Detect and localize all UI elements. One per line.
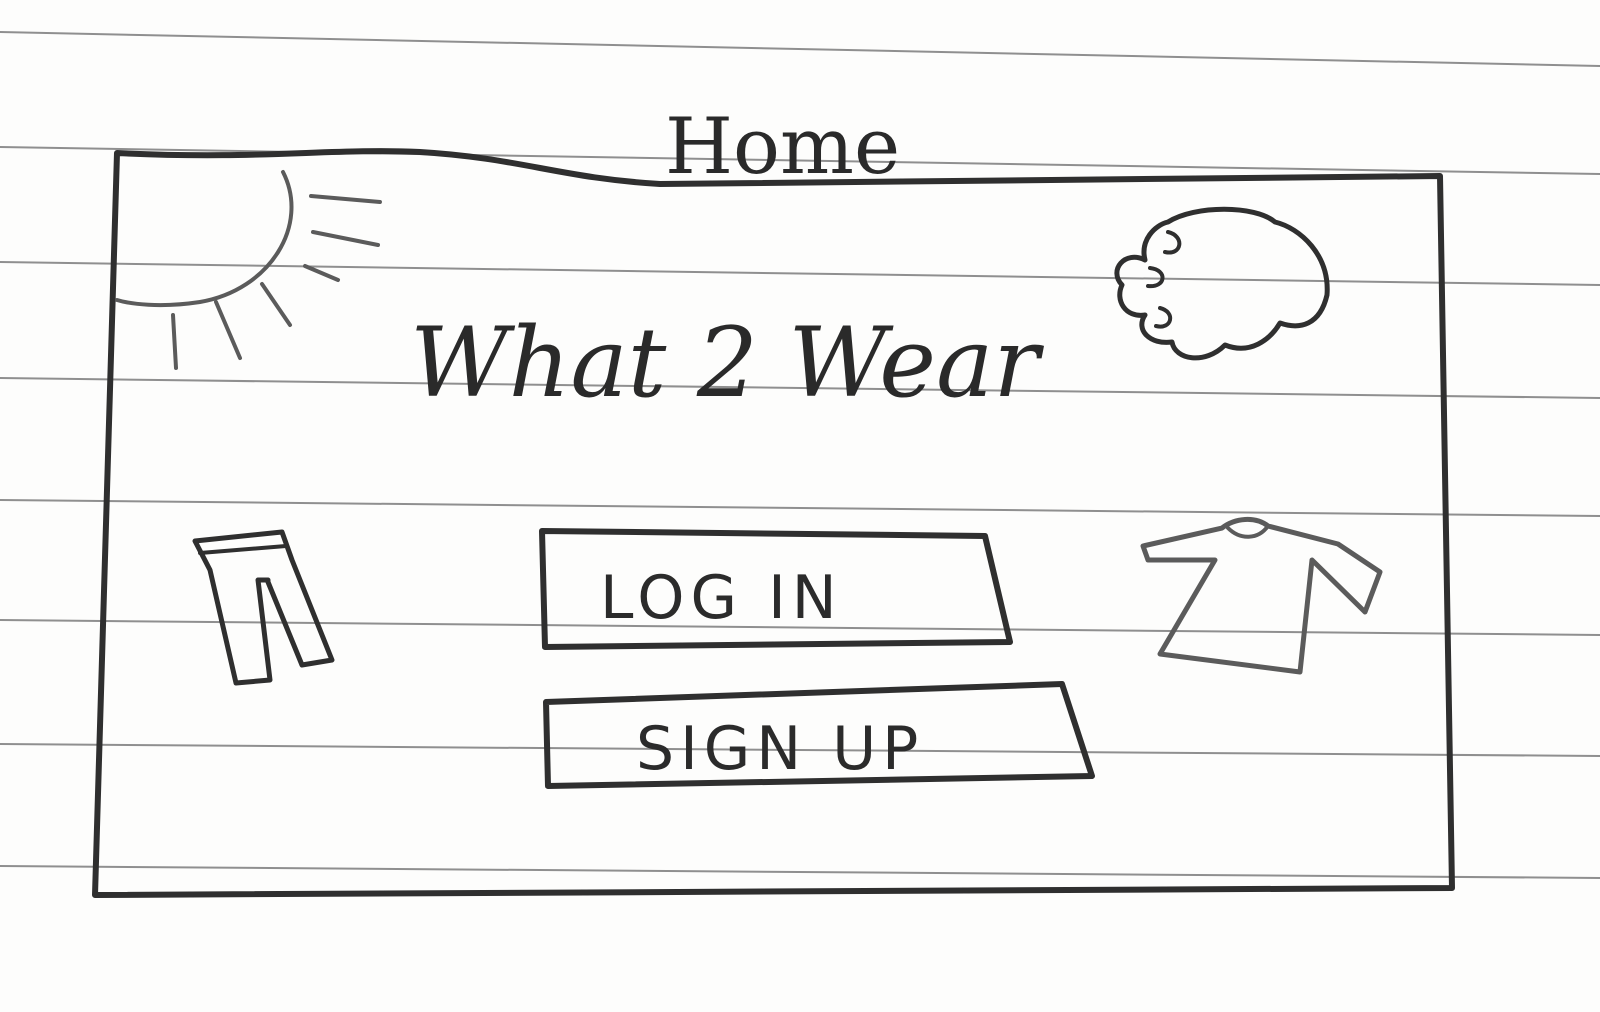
notebook-paper: Home What 2 Wear LOG IN SIGN UP bbox=[0, 0, 1600, 1012]
pants-icon bbox=[192, 529, 335, 686]
login-button-label: LOG IN bbox=[600, 563, 843, 633]
signup-button-label: SIGN UP bbox=[636, 714, 924, 784]
wireframe-sketch: Home What 2 Wear LOG IN SIGN UP bbox=[92, 102, 1455, 898]
cloud-icon bbox=[1114, 206, 1330, 361]
shirt-icon bbox=[1140, 517, 1383, 675]
page-title: Home bbox=[665, 102, 900, 192]
sun-icon bbox=[115, 170, 382, 370]
app-title: What 2 Wear bbox=[410, 307, 1044, 419]
signup-button[interactable]: SIGN UP bbox=[543, 681, 1095, 789]
login-button[interactable]: LOG IN bbox=[539, 528, 1013, 650]
